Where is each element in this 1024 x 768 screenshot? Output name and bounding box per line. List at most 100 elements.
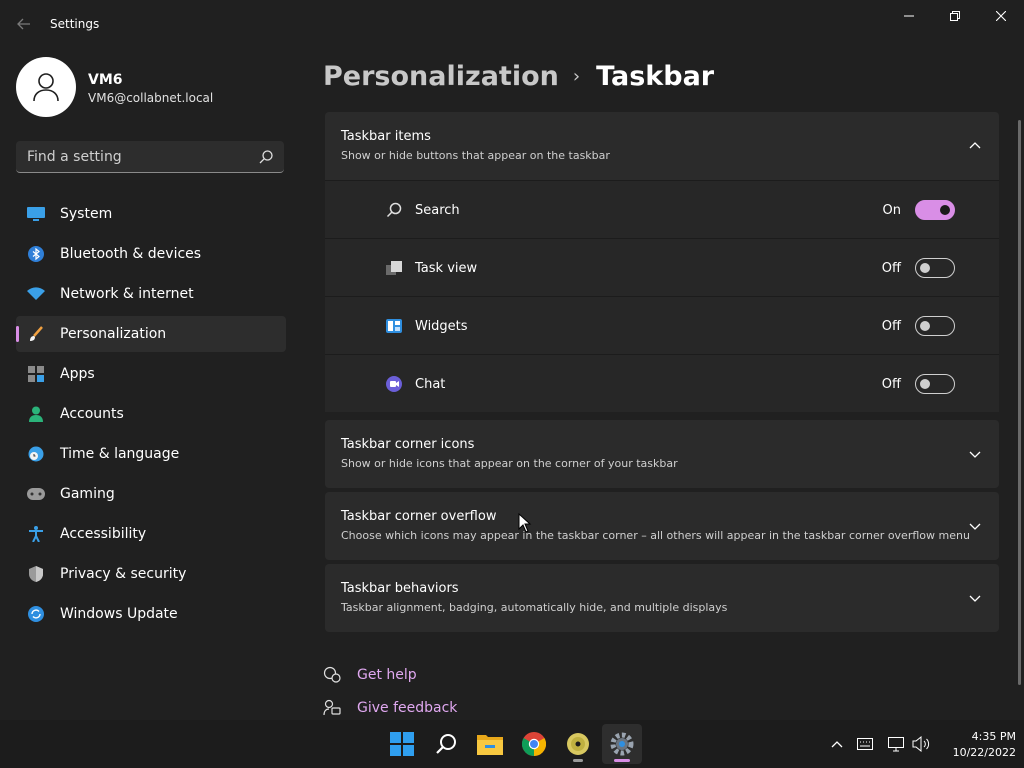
user-profile[interactable]: VM6 VM6@collabnet.local (16, 57, 286, 117)
sidebar-item-label: Apps (60, 366, 95, 382)
sidebar-item-apps[interactable]: Apps (16, 356, 286, 392)
disc-app-button[interactable] (558, 724, 598, 764)
taskbar-clock[interactable]: 4:35 PM 10/22/2022 (950, 729, 1016, 761)
sidebar-item-label: Accounts (60, 406, 124, 422)
app-title: Settings (50, 17, 100, 31)
section-description: Choose which icons may appear in the tas… (341, 529, 970, 542)
close-button[interactable] (978, 0, 1024, 32)
taskbar: 4:35 PM 10/22/2022 (0, 720, 1024, 768)
chrome-button[interactable] (514, 724, 554, 764)
gamepad-icon (27, 486, 45, 502)
sidebar-item-label: Personalization (60, 326, 167, 342)
taskbar-corner-icons-section[interactable]: Taskbar corner icons Show or hide icons … (325, 420, 999, 488)
minimize-button[interactable] (886, 0, 932, 32)
keyboard-icon (857, 738, 873, 750)
settings-search[interactable] (16, 141, 284, 173)
restore-button[interactable] (932, 0, 978, 32)
file-explorer-icon (477, 735, 503, 755)
chevron-up-icon[interactable] (967, 138, 983, 154)
volume-icon (912, 736, 930, 752)
wifi-icon (27, 286, 45, 302)
keyboard-tray-button[interactable] (855, 734, 875, 754)
clock-globe-icon (27, 446, 45, 462)
sidebar-item-label: Privacy & security (60, 566, 187, 582)
sidebar-item-windows-update[interactable]: Windows Update (16, 596, 286, 632)
search-icon (386, 202, 402, 218)
get-help-link[interactable]: Get help (323, 665, 417, 685)
search-icon[interactable] (258, 149, 274, 165)
bluetooth-icon (27, 246, 45, 262)
chevron-down-icon[interactable] (967, 590, 983, 606)
chevron-down-icon[interactable] (967, 446, 983, 462)
task-view-toggle[interactable] (915, 258, 955, 278)
taskbar-behaviors-section[interactable]: Taskbar behaviors Taskbar alignment, bad… (325, 564, 999, 632)
arrow-left-icon (17, 18, 30, 30)
sidebar-item-bluetooth[interactable]: Bluetooth & devices (16, 236, 286, 272)
avatar (16, 57, 76, 117)
toggle-state: Off (881, 377, 901, 392)
disc-icon (567, 733, 589, 755)
search-icon (436, 734, 456, 754)
chevron-down-icon[interactable] (967, 518, 983, 534)
sidebar-item-system[interactable]: System (16, 196, 286, 232)
sidebar-item-label: Windows Update (60, 606, 178, 622)
sidebar-item-accounts[interactable]: Accounts (16, 396, 286, 432)
restore-icon (950, 11, 960, 21)
breadcrumb: Personalization › Taskbar (323, 56, 714, 96)
sidebar-item-label: Gaming (60, 486, 115, 502)
back-button[interactable] (12, 12, 36, 36)
widgets-icon (386, 319, 402, 333)
sidebar-item-privacy[interactable]: Privacy & security (16, 556, 286, 592)
clock-date: 10/22/2022 (952, 746, 1016, 759)
file-explorer-button[interactable] (470, 724, 510, 764)
volume-tray-button[interactable] (911, 734, 931, 754)
start-button[interactable] (382, 724, 422, 764)
sidebar-item-time-language[interactable]: Time & language (16, 436, 286, 472)
user-name: VM6 (88, 72, 123, 88)
toggle-state: Off (881, 319, 901, 334)
search-input[interactable] (16, 141, 246, 172)
shield-icon (27, 566, 45, 582)
chat-toggle[interactable] (915, 374, 955, 394)
scrollbar[interactable] (1018, 120, 1021, 685)
section-description: Show or hide buttons that appear on the … (341, 149, 610, 162)
toggle-state: On (882, 203, 901, 218)
user-email: VM6@collabnet.local (88, 91, 214, 105)
show-hidden-icons-button[interactable] (827, 734, 847, 754)
taskbar-item-widgets-row: Widgets Off (325, 296, 999, 354)
network-monitor-icon (888, 737, 904, 752)
taskbar-item-chat-row: Chat Off (325, 354, 999, 412)
person-icon (33, 73, 59, 102)
start-icon (390, 732, 414, 756)
person-icon (27, 406, 45, 422)
section-title: Taskbar behaviors (341, 581, 459, 596)
row-label: Search (415, 203, 460, 218)
settings-app-button[interactable] (602, 724, 642, 764)
sidebar-item-label: Bluetooth & devices (60, 246, 202, 262)
taskbar-item-search-row: Search On (325, 180, 999, 238)
chrome-icon (522, 732, 546, 756)
breadcrumb-parent[interactable]: Personalization (323, 61, 559, 92)
network-tray-button[interactable] (886, 734, 906, 754)
row-label: Widgets (415, 319, 468, 334)
sidebar-item-network[interactable]: Network & internet (16, 276, 286, 312)
sidebar-item-gaming[interactable]: Gaming (16, 476, 286, 512)
chat-icon (386, 376, 402, 392)
section-description: Show or hide icons that appear on the co… (341, 457, 678, 470)
sidebar-item-personalization[interactable]: Personalization (16, 316, 286, 352)
search-toggle[interactable] (915, 200, 955, 220)
sidebar-item-accessibility[interactable]: Accessibility (16, 516, 286, 552)
widgets-toggle[interactable] (915, 316, 955, 336)
give-feedback-label[interactable]: Give feedback (357, 700, 457, 716)
taskbar-corner-overflow-section[interactable]: Taskbar corner overflow Choose which ico… (325, 492, 999, 560)
section-title: Taskbar corner icons (341, 437, 475, 452)
active-indicator (614, 759, 630, 762)
get-help-label[interactable]: Get help (357, 667, 417, 683)
taskbar-items-header[interactable]: Taskbar items Show or hide buttons that … (325, 112, 999, 180)
taskbar-search-button[interactable] (426, 724, 466, 764)
give-feedback-link[interactable]: Give feedback (323, 698, 457, 718)
chevron-up-icon (831, 741, 843, 748)
toggle-knob (920, 379, 930, 389)
toggle-knob (920, 321, 930, 331)
row-label: Task view (415, 261, 478, 276)
